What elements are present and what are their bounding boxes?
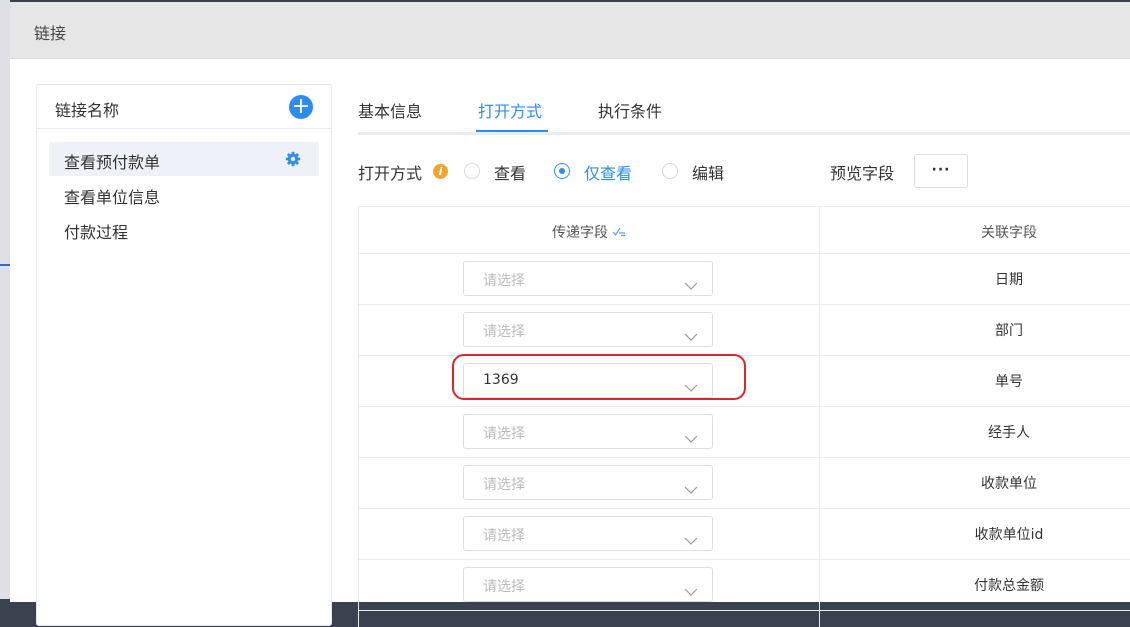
related-field: 日期 xyxy=(995,272,1023,288)
header-pass-field-label: 传递字段 xyxy=(552,225,608,241)
pass-field-select[interactable]: 请选择 xyxy=(463,261,713,296)
table-row: 请选择 收款单位id xyxy=(359,508,1130,560)
link-item-label: 付款过程 xyxy=(64,223,129,242)
related-field: 部门 xyxy=(995,323,1023,339)
radio-view-label[interactable]: 查看 xyxy=(494,160,526,184)
settings-tabs: 基本信息 打开方式 执行条件 xyxy=(358,84,1130,135)
radio-view-only[interactable] xyxy=(554,163,570,179)
background-window-edge xyxy=(0,0,10,599)
link-dialog: 链接 链接名称 + 查看预付款单 查看单位信息 付款过程 基本信息 打开方式 执… xyxy=(10,2,1130,627)
link-list-title: 链接名称 xyxy=(55,101,120,120)
add-link-button[interactable]: + xyxy=(289,95,313,119)
header-pass-field: 传递字段 xyxy=(359,222,819,242)
chevron-down-icon xyxy=(684,581,698,600)
radio-view-only-label[interactable]: 仅查看 xyxy=(584,160,632,184)
gear-icon[interactable] xyxy=(285,151,301,171)
more-button[interactable]: ··· xyxy=(914,154,968,188)
select-value: 请选择 xyxy=(483,273,525,289)
related-field: 收款单位 xyxy=(981,476,1037,492)
dialog-title: 链接 xyxy=(34,24,67,43)
table-row: 请选择 部门 xyxy=(359,304,1130,356)
pass-field-select[interactable]: 请选择 xyxy=(463,465,713,500)
table-row: 请选择 付款总金额 xyxy=(359,559,1130,611)
pass-field-select[interactable]: 请选择 xyxy=(463,516,713,551)
table-row: 请选择 日期 xyxy=(359,253,1130,305)
annotation-highlight-circle xyxy=(452,354,746,400)
link-list-header: 链接名称 + xyxy=(37,85,331,129)
table-row: 请选择 经手人 xyxy=(359,406,1130,458)
link-item-view-unit-info[interactable]: 查看单位信息 xyxy=(49,177,319,211)
link-item-label: 查看预付款单 xyxy=(64,153,161,172)
related-field: 收款单位id xyxy=(974,527,1044,543)
chevron-down-icon xyxy=(684,275,698,294)
select-value: 请选择 xyxy=(483,426,525,442)
active-tab-indicator xyxy=(476,130,548,132)
radio-edit[interactable] xyxy=(662,163,678,179)
tab-basic-info[interactable]: 基本信息 xyxy=(358,98,422,122)
chevron-down-icon xyxy=(684,326,698,345)
tab-execute-conditions[interactable]: 执行条件 xyxy=(598,98,662,122)
field-mapping-table: 传递字段 关联字段 请选择 日期 请选择 部门 1369 单号 请选择 经手人 … xyxy=(358,206,1130,627)
radio-view[interactable] xyxy=(464,163,480,179)
table-row: 请选择 收款单位 xyxy=(359,457,1130,509)
select-value: 请选择 xyxy=(483,324,525,340)
select-value: 请选择 xyxy=(483,528,525,544)
header-related-field: 关联字段 xyxy=(981,225,1037,241)
tab-open-mode[interactable]: 打开方式 xyxy=(478,98,542,122)
table-header: 传递字段 关联字段 xyxy=(359,207,1130,254)
chevron-down-icon xyxy=(684,428,698,447)
open-mode-row: 打开方式 i 查看 仅查看 编辑 预览字段 ··· xyxy=(358,154,1130,188)
link-list-panel: 链接名称 + 查看预付款单 查看单位信息 付款过程 xyxy=(36,84,332,626)
pass-field-select[interactable]: 请选择 xyxy=(463,414,713,449)
info-icon[interactable]: i xyxy=(433,164,448,179)
chevron-down-icon xyxy=(684,530,698,549)
pass-field-select[interactable]: 请选择 xyxy=(463,567,713,602)
related-field: 单号 xyxy=(995,374,1023,390)
link-item-view-prepayment[interactable]: 查看预付款单 xyxy=(49,142,319,176)
link-item-label: 查看单位信息 xyxy=(64,188,161,207)
select-value: 请选择 xyxy=(483,579,525,595)
preview-fields-label: 预览字段 xyxy=(830,164,895,183)
link-item-payment-process[interactable]: 付款过程 xyxy=(49,212,319,246)
related-field: 经手人 xyxy=(988,425,1030,441)
background-marker xyxy=(0,264,10,266)
select-value: 请选择 xyxy=(483,477,525,493)
related-field: 付款总金额 xyxy=(974,578,1044,594)
radio-edit-label[interactable]: 编辑 xyxy=(692,160,724,184)
dialog-header: 链接 xyxy=(10,2,1130,59)
chevron-down-icon xyxy=(684,479,698,498)
open-mode-label: 打开方式 xyxy=(358,164,423,183)
pass-field-select[interactable]: 请选择 xyxy=(463,312,713,347)
sort-check-icon[interactable] xyxy=(612,225,626,241)
